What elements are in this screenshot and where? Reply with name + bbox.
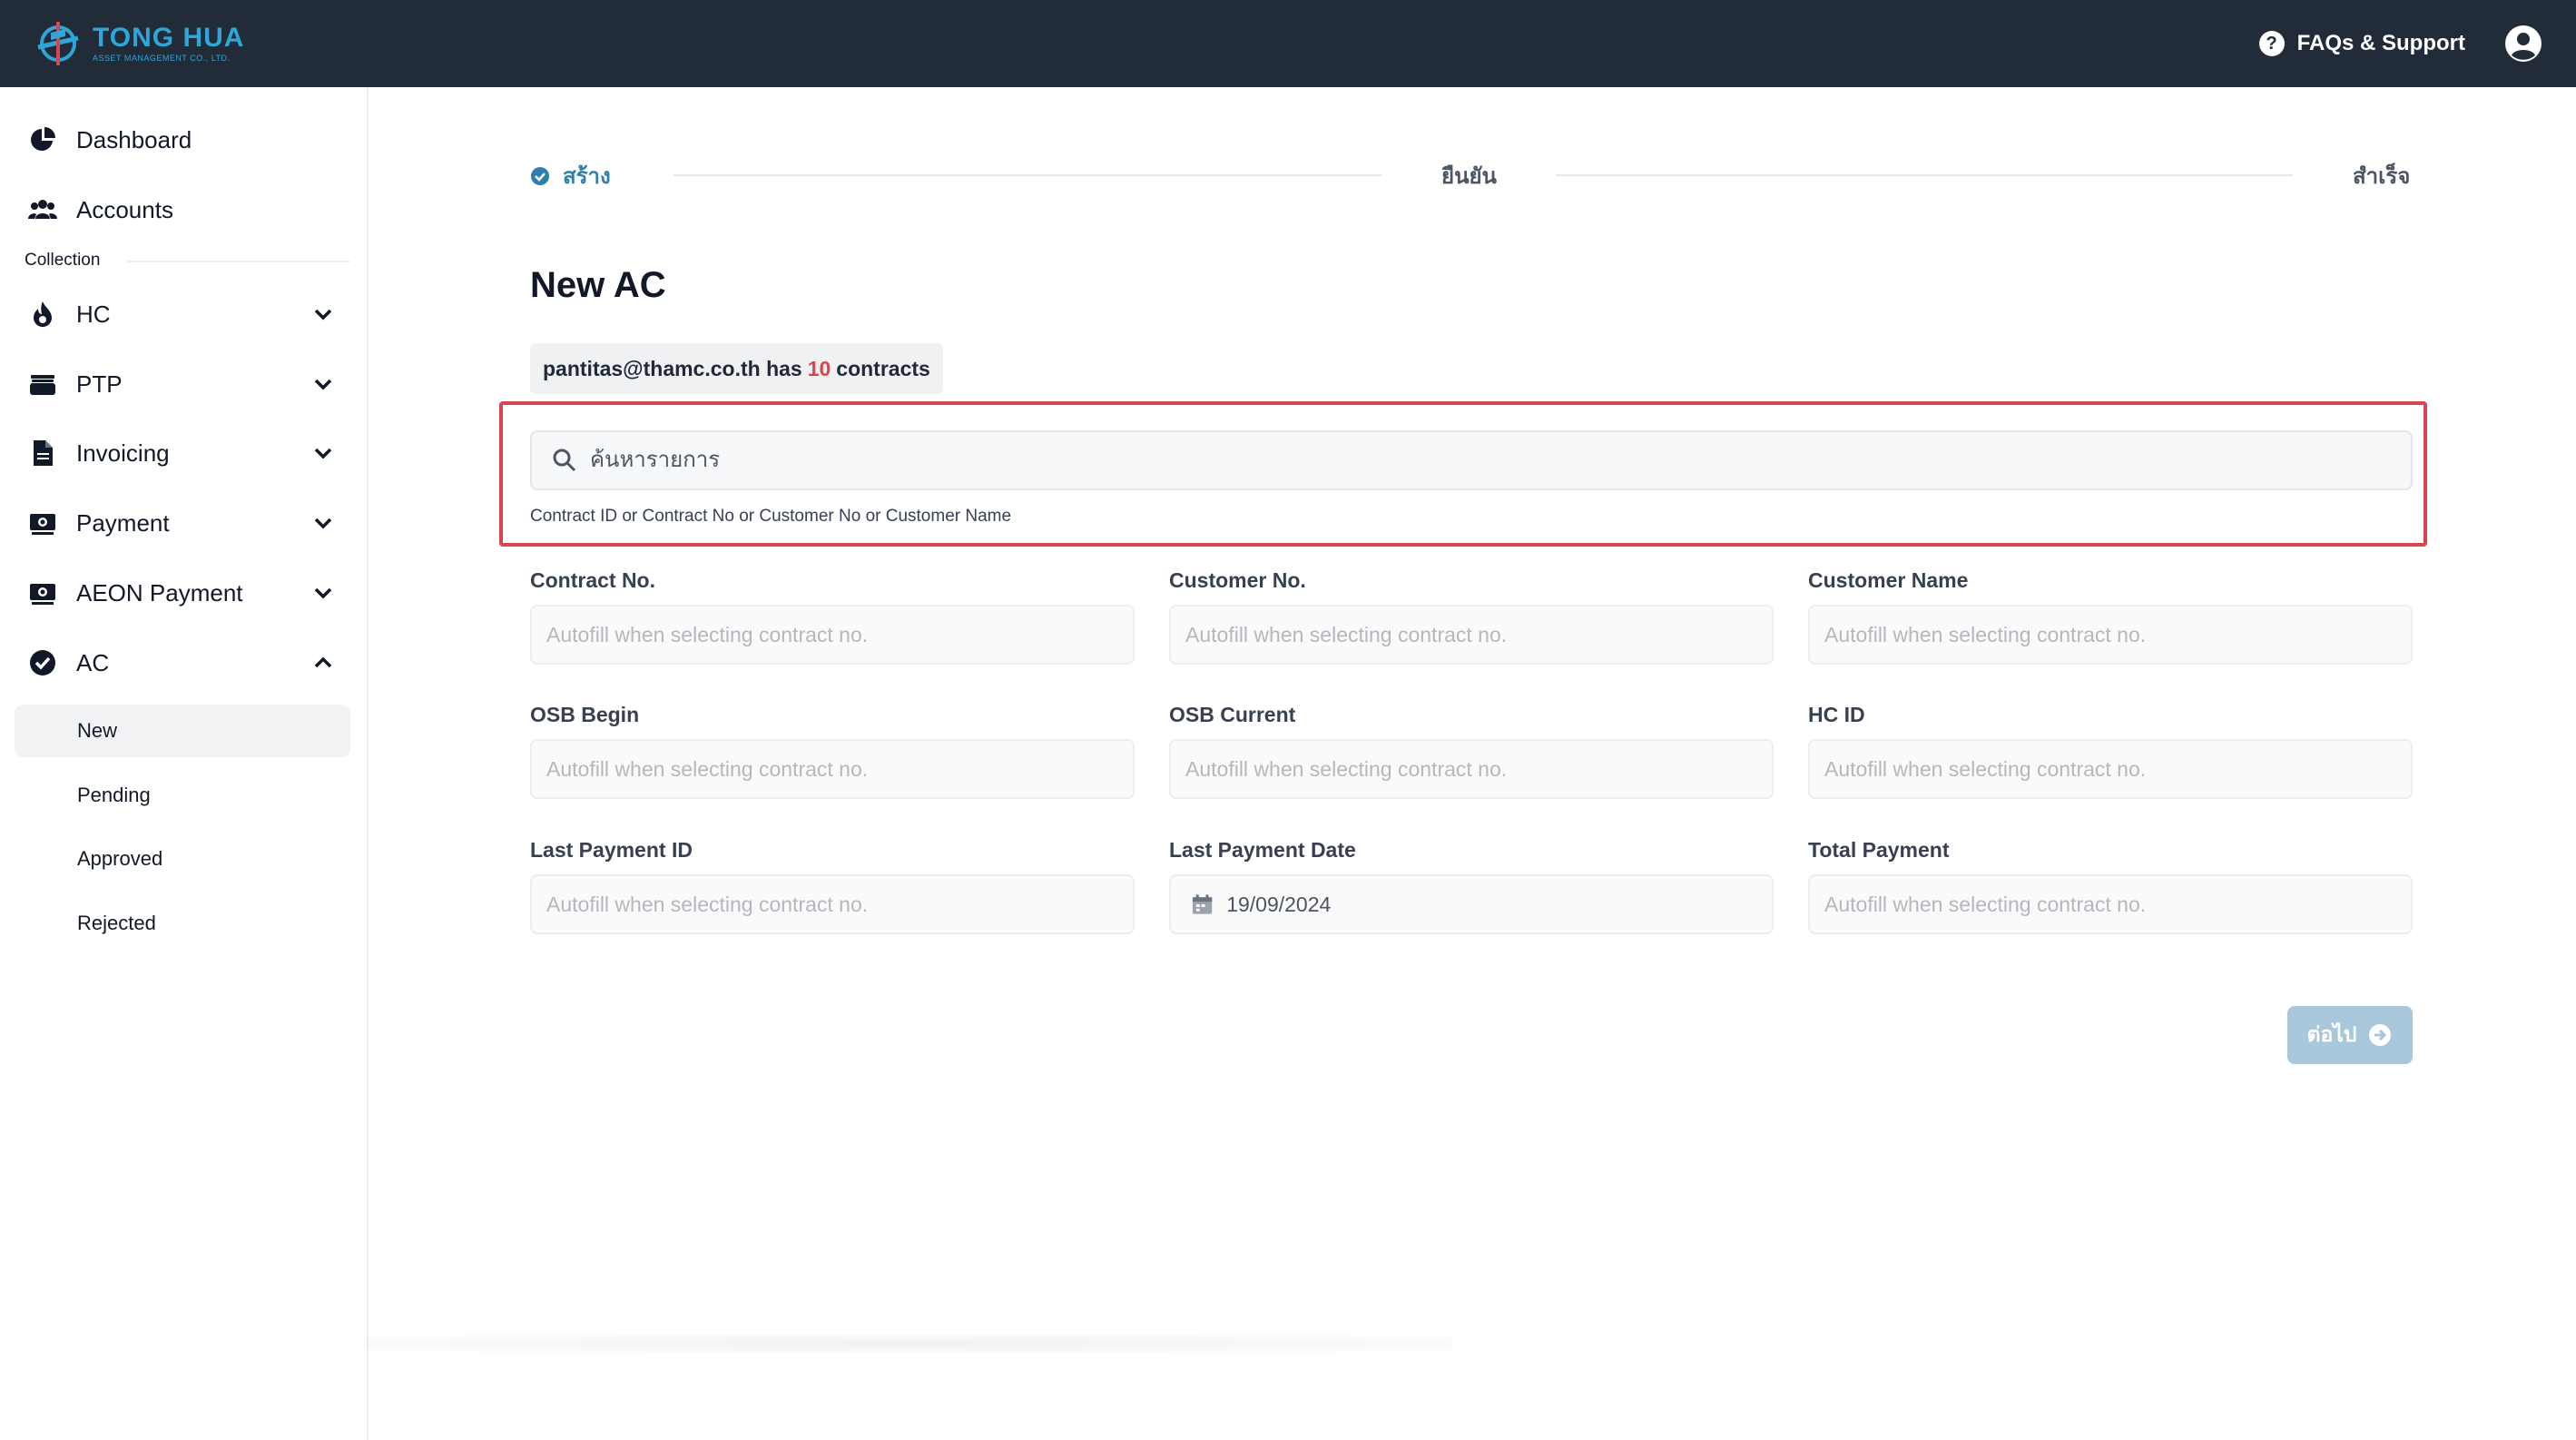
step-connector [673, 174, 1381, 176]
faq-support-label: FAQs & Support [2296, 31, 2465, 55]
contract-owner-text: pantitas@thamc.co.th has [543, 356, 802, 380]
faq-support-link[interactable]: ? FAQs & Support [2258, 31, 2465, 56]
contract-count-chip: pantitas@thamc.co.th has 10 contracts [530, 343, 943, 394]
sidebar-item-hc[interactable]: HC [15, 285, 350, 343]
contract-no-field[interactable] [530, 605, 1135, 665]
cash-icon [27, 577, 58, 608]
hc-id-field[interactable] [1808, 739, 2413, 799]
sidebar-item-ac[interactable]: AC [15, 634, 350, 692]
sidebar-item-ptp[interactable]: PTP [15, 355, 350, 413]
chevron-down-icon[interactable] [310, 371, 336, 397]
contract-search-box[interactable] [530, 430, 2413, 490]
last-payment-date-label: Last Payment Date [1169, 838, 1356, 862]
next-button[interactable]: ต่อไป [2287, 1006, 2413, 1064]
sidebar-item-invoicing[interactable]: Invoicing [15, 424, 350, 482]
brand-name: TONG HUA [93, 23, 245, 53]
step-label: สร้าง [563, 164, 611, 189]
brand-logo-icon [37, 22, 79, 65]
step-label: สำเร็จ [2353, 164, 2411, 189]
contract-no-input[interactable] [546, 622, 1109, 647]
sidebar-item-label: HC [76, 300, 111, 328]
user-account-icon[interactable] [2503, 24, 2543, 64]
last-payment-id-field[interactable] [530, 874, 1135, 934]
sidebar-subitem-pending[interactable]: Pending [15, 769, 350, 822]
cash-icon [27, 508, 58, 538]
customer-no-label: Customer No. [1169, 568, 1306, 592]
chevron-down-icon[interactable] [310, 301, 336, 327]
last-payment-id-label: Last Payment ID [530, 838, 693, 862]
customer-no-input[interactable] [1185, 622, 1748, 647]
search-icon [553, 449, 576, 472]
check-circle-icon [27, 647, 58, 678]
step-confirm: ยืนยัน [1441, 158, 1497, 193]
hc-id-label: HC ID [1808, 703, 1865, 726]
document-icon [27, 438, 58, 468]
section-label-collection: Collection [25, 251, 101, 270]
help-icon: ? [2258, 31, 2285, 56]
next-button-label: ต่อไป [2306, 1022, 2357, 1046]
check-circle-icon [531, 166, 549, 185]
brand-subtitle: ASSET MANAGEMENT CO., LTD. [93, 54, 231, 63]
calendar-icon [1192, 894, 1213, 914]
osb-begin-input[interactable] [546, 756, 1109, 782]
last-payment-date-field[interactable] [1169, 874, 1774, 934]
step-create: สร้าง [530, 158, 611, 193]
total-payment-input[interactable] [1824, 892, 2387, 917]
chevron-up-icon[interactable] [310, 650, 336, 676]
sidebar-item-label: Payment [76, 508, 170, 537]
osb-begin-label: OSB Begin [530, 703, 640, 726]
customer-name-label: Customer Name [1808, 568, 1969, 592]
contract-count: 10 [807, 356, 831, 380]
contract-suffix-text: contracts [836, 356, 930, 380]
contract-search-input[interactable] [590, 448, 2315, 473]
section-divider [127, 261, 350, 262]
users-icon [27, 194, 58, 225]
last-payment-date-input[interactable] [1226, 892, 1772, 917]
sidebar-subitem-rejected[interactable]: Rejected [15, 897, 350, 950]
osb-current-input[interactable] [1185, 756, 1748, 782]
pie-chart-icon [27, 124, 58, 155]
osb-current-field[interactable] [1169, 739, 1774, 799]
brand-logo[interactable]: TONG HUA ASSET MANAGEMENT CO., LTD. [31, 16, 244, 71]
total-payment-field[interactable] [1808, 874, 2413, 934]
hc-id-input[interactable] [1824, 756, 2387, 782]
last-payment-id-input[interactable] [546, 892, 1109, 917]
sidebar-subitem-approved[interactable]: Approved [15, 833, 350, 885]
bottom-shadow [363, 1335, 1452, 1353]
search-hint: Contract ID or Contract No or Customer N… [530, 507, 1012, 526]
step-connector [1556, 174, 2293, 176]
chevron-down-icon[interactable] [310, 440, 336, 466]
sidebar-item-payment[interactable]: Payment [15, 494, 350, 552]
arrow-right-circle-icon [2369, 1024, 2392, 1046]
osb-begin-field[interactable] [530, 739, 1135, 799]
customer-no-field[interactable] [1169, 605, 1774, 665]
sidebar: Dashboard Accounts Collection HC PTP Inv… [0, 87, 369, 1440]
wallet-icon [27, 369, 58, 399]
main-content: สร้าง ยืนยัน สำเร็จ New AC pantitas@tham… [370, 87, 2576, 1440]
contract-no-label: Contract No. [530, 568, 655, 592]
page-title: New AC [530, 265, 666, 305]
total-payment-label: Total Payment [1808, 838, 1950, 862]
customer-name-input[interactable] [1824, 622, 2387, 647]
step-label: ยืนยัน [1441, 164, 1497, 189]
sidebar-item-label: AC [76, 648, 110, 676]
sidebar-item-label: AEON Payment [76, 578, 243, 607]
sidebar-item-accounts[interactable]: Accounts [15, 181, 350, 239]
top-bar: TONG HUA ASSET MANAGEMENT CO., LTD. ? FA… [0, 0, 2576, 87]
sidebar-item-label: Invoicing [76, 439, 170, 467]
step-complete: สำเร็จ [2353, 158, 2410, 193]
sidebar-item-dashboard[interactable]: Dashboard [15, 111, 350, 169]
chevron-down-icon[interactable] [310, 510, 336, 536]
fire-icon [27, 299, 58, 330]
sidebar-item-label: Accounts [76, 195, 173, 223]
sidebar-subitem-new[interactable]: New [15, 705, 350, 757]
stepper: สร้าง ยืนยัน สำเร็จ [530, 158, 2418, 194]
chevron-down-icon[interactable] [310, 580, 336, 606]
osb-current-label: OSB Current [1169, 703, 1296, 726]
sidebar-item-label: Dashboard [76, 125, 192, 153]
customer-name-field[interactable] [1808, 605, 2413, 665]
sidebar-item-label: PTP [76, 370, 123, 398]
sidebar-item-aeon-payment[interactable]: AEON Payment [15, 564, 350, 622]
